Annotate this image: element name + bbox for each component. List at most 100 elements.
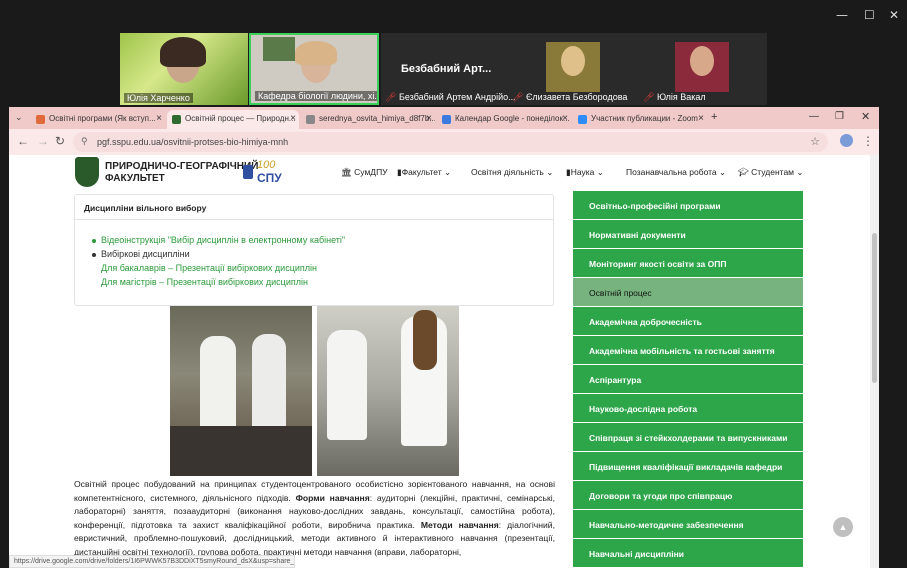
- minimize-icon[interactable]: —: [809, 111, 819, 122]
- video-tile-participant[interactable]: Юлія Харченко: [120, 33, 248, 105]
- favicon-icon: [578, 115, 587, 124]
- tab-programs[interactable]: Освітні програми (Як вступ... ×: [31, 110, 165, 129]
- forms-heading: Форми навчання: [295, 492, 370, 503]
- participant-name: 🎤︎ Безбабний Артем Андрійо...: [385, 92, 516, 103]
- wall-painting: [263, 37, 295, 61]
- url-field[interactable]: ⚲ pgf.sspu.edu.ua/osvitnii-protses-bio-h…: [73, 132, 828, 152]
- sidebar-item-mobility[interactable]: Академічна мобільність та гостьові занят…: [573, 336, 803, 364]
- master-presentations-link[interactable]: Для магістрів – Презентації вибіркових д…: [101, 277, 308, 287]
- sidebar-item-methodology[interactable]: Навчально-методичне забезпечення: [573, 510, 803, 538]
- favicon-icon: [442, 115, 451, 124]
- participant-name: Юлія Харченко: [124, 93, 193, 103]
- minimize-icon[interactable]: —: [836, 8, 848, 22]
- sidebar-item-education-process[interactable]: Освітній процес: [573, 278, 803, 306]
- divider: [75, 219, 553, 220]
- status-bar-url: https://drive.google.com/drive/folders/1…: [9, 555, 295, 568]
- close-tab-icon[interactable]: ×: [698, 113, 704, 124]
- logo-line-1: ПРИРОДНИЧО-ГЕОГРАФІЧНИЙ: [105, 161, 259, 172]
- close-icon[interactable]: ✕: [861, 110, 870, 123]
- tab-label: Освітній процес — Природн...: [185, 114, 296, 123]
- chevron-down-icon: ⌄: [444, 167, 452, 177]
- muted-mic-icon: 🎤︎: [512, 92, 524, 102]
- menu-extracurricular[interactable]: Позанавчальна робота ⌄: [626, 167, 726, 178]
- participant-name: Кафедра біології людини, хі...: [255, 91, 377, 101]
- tab-search-icon[interactable]: ⌄: [15, 112, 23, 123]
- menu-label: Студентам: [751, 167, 795, 177]
- sidebar-item-programs[interactable]: Освітньо-професійні програми: [573, 191, 803, 219]
- sidebar-item-agreements[interactable]: Договори та угоди про співпрацю: [573, 481, 803, 509]
- close-tab-icon[interactable]: ×: [426, 113, 432, 124]
- menu-label: Наука: [570, 167, 595, 177]
- menu-students[interactable]: 🎓︎ Студентам ⌄: [738, 167, 804, 178]
- participant-name-text: Юлія Вакал: [656, 92, 706, 102]
- faculty-logo-icon[interactable]: [75, 157, 99, 187]
- tab-calendar[interactable]: Календар Google - понеділок... ×: [437, 110, 571, 129]
- close-tab-icon[interactable]: ×: [290, 113, 296, 124]
- vertical-scrollbar[interactable]: [870, 155, 879, 568]
- menu-education[interactable]: Освітня діяльність ⌄: [471, 167, 553, 178]
- chevron-down-icon: ⌄: [719, 167, 727, 177]
- tab-drive-file[interactable]: serednya_osvita_himiya_d8f7b... ×: [301, 110, 435, 129]
- sidebar-item-normative-docs[interactable]: Нормативні документи: [573, 220, 803, 248]
- bullet: [92, 239, 96, 243]
- sidebar-item-research[interactable]: Науково-дослідна робота: [573, 394, 803, 422]
- university-logo[interactable]: 100 СПУ: [243, 159, 303, 187]
- profile-avatar[interactable]: [840, 134, 853, 147]
- bookmark-star-icon[interactable]: ☆: [810, 135, 820, 148]
- browser-window: ⌄ Освітні програми (Як вступ... × Освітн…: [9, 107, 879, 568]
- building-icon: 🏛︎: [341, 167, 352, 177]
- education-process-text: Освітній процес побудований на принципах…: [74, 478, 555, 560]
- muted-mic-icon: 🎤︎: [385, 92, 397, 102]
- chevron-down-icon: ⌄: [596, 167, 604, 177]
- site-info-icon[interactable]: ⚲: [81, 136, 88, 147]
- menu-science[interactable]: ▮Наука ⌄: [566, 167, 604, 178]
- sidebar-item-postgraduate[interactable]: Аспірантура: [573, 365, 803, 393]
- sidebar-item-disciplines[interactable]: Навчальні дисципліни: [573, 539, 803, 567]
- menu-sumdpu[interactable]: 🏛︎ СумДПУ: [341, 167, 388, 178]
- participant-thumb: [546, 42, 600, 92]
- muted-mic-icon: 🎤︎: [643, 92, 655, 102]
- restore-icon[interactable]: ❐: [835, 111, 844, 122]
- participant-hair: [160, 37, 206, 67]
- site-header: ПРИРОДНИЧО-ГЕОГРАФІЧНИЙ ФАКУЛЬТЕТ 100 СП…: [9, 155, 869, 191]
- video-instruction-link[interactable]: Відеоінструкція "Вибір дисциплін в елект…: [101, 235, 345, 245]
- elective-label: Вибіркові дисципліни: [101, 249, 190, 259]
- web-page: ПРИРОДНИЧО-ГЕОГРАФІЧНИЙ ФАКУЛЬТЕТ 100 СП…: [9, 155, 879, 568]
- tab-active[interactable]: Освітній процес — Природн... ×: [167, 110, 299, 129]
- elective-disciplines-card: Дисципліни вільного вибору Відеоінструкц…: [74, 194, 554, 306]
- tab-label: Участник публикации - Zoom: [591, 114, 698, 123]
- participant-name-text: Єлизавета Безбородова: [525, 92, 628, 102]
- new-tab-button[interactable]: +: [711, 111, 717, 123]
- sidebar-item-qualification[interactable]: Підвищення кваліфікації викладачів кафед…: [573, 452, 803, 480]
- menu-label: Факультет: [401, 167, 442, 177]
- favicon-icon: [306, 115, 315, 124]
- tab-label: serednya_osvita_himiya_d8f7b...: [319, 114, 435, 123]
- menu-faculty[interactable]: ▮Факультет ⌄: [397, 167, 451, 178]
- lab-photo-1: [170, 306, 312, 476]
- sidebar-item-stakeholders[interactable]: Співпраця зі стейкхолдерами та випускник…: [573, 423, 803, 451]
- scrollbar-thumb[interactable]: [872, 233, 877, 383]
- lab-photo-2: [317, 306, 459, 476]
- close-icon[interactable]: ✕: [889, 8, 899, 22]
- tab-zoom[interactable]: Участник публикации - Zoom ×: [573, 110, 707, 129]
- reload-icon[interactable]: ↻: [55, 134, 65, 148]
- participant-thumb: [675, 42, 729, 92]
- scroll-to-top-button[interactable]: ▲: [833, 517, 853, 537]
- more-menu-icon[interactable]: ⋮: [862, 134, 874, 148]
- chevron-down-icon: ⌄: [796, 167, 804, 177]
- sidebar-item-quality-monitoring[interactable]: Моніторинг якості освіти за ОПП: [573, 249, 803, 277]
- maximize-icon[interactable]: ☐: [864, 8, 875, 22]
- sidebar-item-academic-integrity[interactable]: Академічна доброчесність: [573, 307, 803, 335]
- bachelor-presentations-link[interactable]: Для бакалаврів – Презентації вибіркових …: [101, 263, 317, 273]
- participant-name: 🎤︎ Юлія Вакал: [643, 92, 706, 103]
- close-tab-icon[interactable]: ×: [156, 113, 162, 124]
- forward-icon[interactable]: →: [37, 134, 49, 148]
- logo-line-2: ФАКУЛЬТЕТ: [105, 173, 165, 184]
- faculty-logo-text[interactable]: ПРИРОДНИЧО-ГЕОГРАФІЧНИЙ ФАКУЛЬТЕТ: [105, 161, 258, 185]
- url-text: pgf.sspu.edu.ua/osvitnii-protses-bio-him…: [97, 137, 289, 147]
- video-tile-active-speaker[interactable]: Кафедра біології людини, хі...: [249, 33, 379, 105]
- close-tab-icon[interactable]: ×: [562, 113, 568, 124]
- hair: [413, 310, 437, 370]
- back-icon[interactable]: ←: [17, 134, 29, 148]
- participant-hair: [295, 41, 337, 65]
